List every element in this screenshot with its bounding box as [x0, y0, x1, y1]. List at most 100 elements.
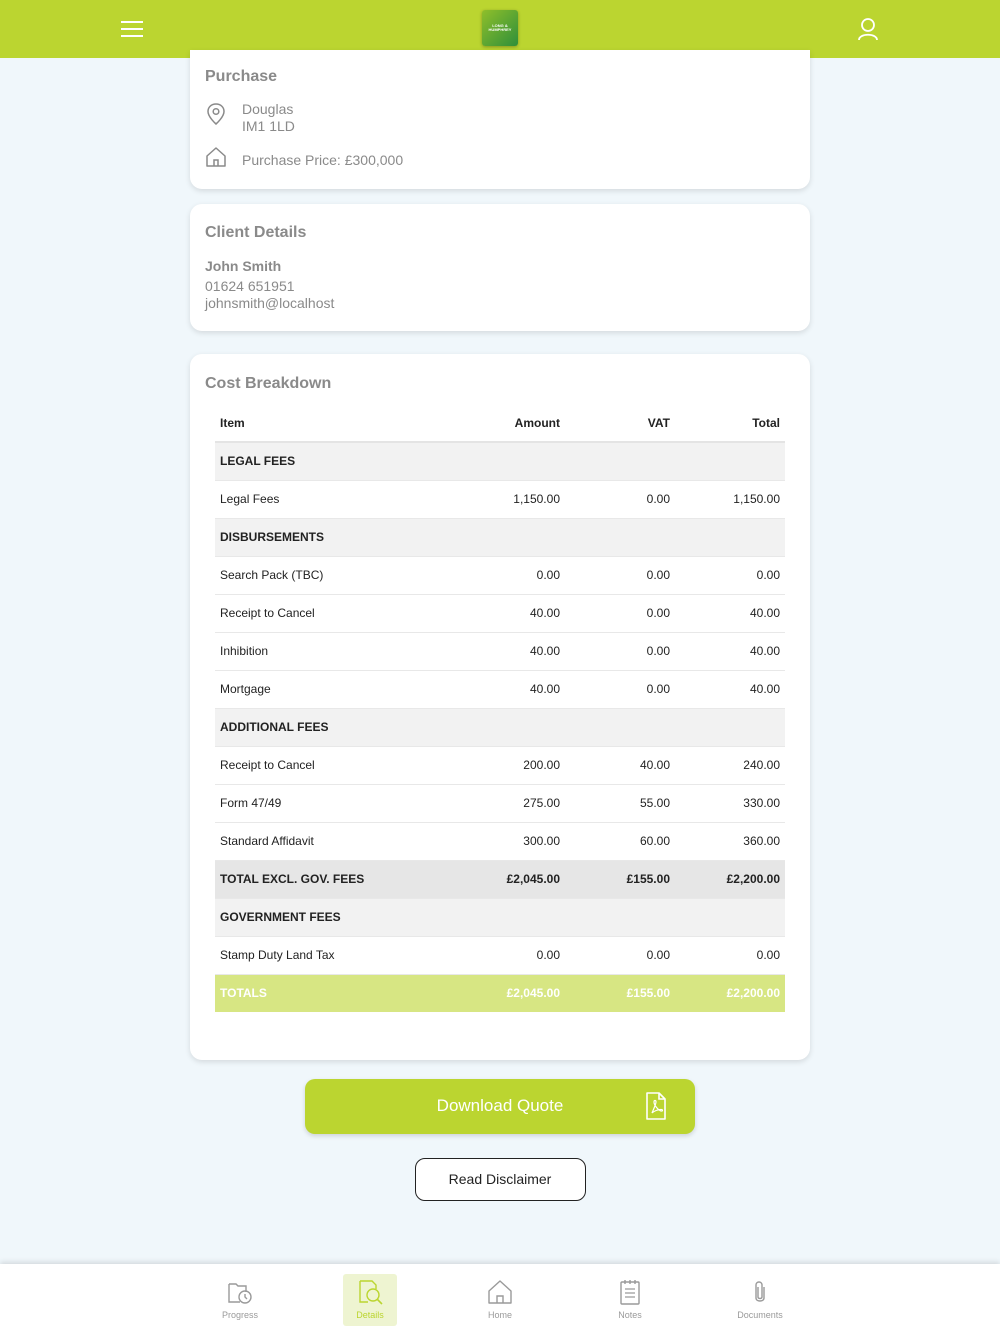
read-disclaimer-button[interactable]: Read Disclaimer — [415, 1158, 586, 1201]
cell-item: Mortgage — [215, 670, 435, 709]
documents-icon — [755, 1281, 765, 1302]
hamburger-icon — [121, 21, 143, 37]
cell-amount: 40.00 — [435, 670, 565, 709]
cell-item: DISBURSEMENTS — [215, 518, 435, 557]
subtotal-row: TOTAL EXCL. GOV. FEES £2,045.00 £155.00 £2,… — [215, 860, 785, 899]
cell-vat: 55.00 — [565, 784, 675, 823]
cell-vat: 0.00 — [565, 594, 675, 633]
cell-vat — [565, 442, 675, 481]
cell-vat: £155.00 — [565, 860, 675, 899]
location-postcode: IM1 1LD — [242, 118, 295, 134]
user-profile-button[interactable] — [853, 14, 883, 44]
cell-amount: £2,045.00 — [435, 860, 565, 899]
cost-table: Item Amount VAT Total LEGAL FEES Legal Fe… — [215, 404, 785, 1012]
cell-vat: 0.00 — [565, 670, 675, 709]
nav-item-progress[interactable]: Progress — [213, 1274, 267, 1326]
cell-total: 1,150.00 — [675, 480, 785, 519]
cell-amount: 0.00 — [435, 936, 565, 975]
nav-item-home[interactable]: Home — [473, 1274, 527, 1326]
nav-label-notes: Notes — [618, 1310, 642, 1320]
cell-total: £2,200.00 — [675, 974, 785, 1012]
company-logo[interactable]: LONG & HUMPHREY — [482, 10, 518, 46]
cell-total: 330.00 — [675, 784, 785, 823]
cell-item: GOVERNMENT FEES — [215, 898, 435, 937]
cell-item: Receipt to Cancel — [215, 594, 435, 633]
client-email[interactable]: johnsmith@localhost — [205, 295, 334, 311]
cell-total — [675, 518, 785, 557]
details-icon — [359, 1280, 383, 1305]
cell-amount — [435, 442, 565, 481]
cell-item: Search Pack (TBC) — [215, 556, 435, 595]
cell-total: 240.00 — [675, 746, 785, 785]
download-quote-button[interactable]: Download Quote — [305, 1079, 695, 1134]
table-row: Search Pack (TBC) 0.00 0.00 0.00 — [215, 556, 785, 595]
user-icon — [858, 18, 878, 41]
cell-amount — [435, 708, 565, 747]
read-disclaimer-label: Read Disclaimer — [448, 1171, 552, 1187]
client-details-card: Client Details John Smith 01624 651951 j… — [190, 204, 810, 331]
table-row: Mortgage 40.00 0.00 40.00 — [215, 670, 785, 709]
cell-item: Legal Fees — [215, 480, 435, 519]
cell-total: 0.00 — [675, 936, 785, 975]
nav-item-notes[interactable]: Notes — [603, 1274, 657, 1326]
header-vat: VAT — [565, 404, 675, 443]
section-row: GOVERNMENT FEES — [215, 898, 785, 937]
cell-amount: 40.00 — [435, 594, 565, 633]
cell-vat: 60.00 — [565, 822, 675, 861]
cost-breakdown-title: Cost Breakdown — [205, 375, 332, 392]
menu-button[interactable] — [116, 15, 148, 43]
cell-vat: 40.00 — [565, 746, 675, 785]
cell-item: Standard Affidavit — [215, 822, 435, 861]
cell-amount: 0.00 — [435, 556, 565, 595]
cell-item: Receipt to Cancel — [215, 746, 435, 785]
table-row: Legal Fees 1,150.00 0.00 1,150.00 — [215, 480, 785, 519]
nav-label-details: Details — [356, 1310, 384, 1320]
table-row: Form 47/49 275.00 55.00 330.00 — [215, 784, 785, 823]
nav-item-documents[interactable]: Documents — [733, 1274, 787, 1326]
cell-vat: 0.00 — [565, 936, 675, 975]
purchase-price: Purchase Price: £300,000 — [242, 152, 404, 168]
home-icon — [488, 1280, 512, 1304]
table-row: Receipt to Cancel 200.00 40.00 240.00 — [215, 746, 785, 785]
cell-amount: 40.00 — [435, 632, 565, 671]
totals-row: TOTALS £2,045.00 £155.00 £2,200.00 — [215, 974, 785, 1012]
cell-vat: 0.00 — [565, 632, 675, 671]
cell-total: 360.00 — [675, 822, 785, 861]
cell-item: TOTALS — [215, 974, 435, 1012]
cell-vat: 0.00 — [565, 556, 675, 595]
cell-total: £2,200.00 — [675, 860, 785, 899]
cell-amount — [435, 898, 565, 937]
cell-item: Form 47/49 — [215, 784, 435, 823]
cell-total — [675, 708, 785, 747]
cell-amount: 275.00 — [435, 784, 565, 823]
cell-item: Stamp Duty Land Tax — [215, 936, 435, 975]
nav-label-documents: Documents — [737, 1310, 783, 1320]
client-name: John Smith — [205, 258, 282, 274]
cell-vat: 0.00 — [565, 480, 675, 519]
bottom-navigation: Progress Details Home Notes Documents — [0, 1264, 1000, 1334]
header-amount: Amount — [435, 404, 565, 443]
cell-vat: £155.00 — [565, 974, 675, 1012]
cell-vat — [565, 518, 675, 557]
location-town: Douglas — [242, 101, 294, 117]
house-icon — [206, 147, 226, 167]
cell-total — [675, 442, 785, 481]
location-pin-icon — [207, 103, 225, 125]
notes-icon — [620, 1280, 640, 1305]
cell-item: TOTAL EXCL. GOV. FEES — [215, 860, 435, 899]
header-total: Total — [675, 404, 785, 443]
client-details-title: Client Details — [205, 224, 307, 241]
cell-amount: 200.00 — [435, 746, 565, 785]
table-row: Inhibition 40.00 0.00 40.00 — [215, 632, 785, 671]
table-header-row: Item Amount VAT Total — [215, 404, 785, 443]
nav-label-progress: Progress — [221, 1310, 258, 1320]
cell-vat — [565, 898, 675, 937]
nav-label-home: Home — [487, 1310, 512, 1320]
client-phone[interactable]: 01624 651951 — [205, 278, 295, 294]
cell-item: Inhibition — [215, 632, 435, 671]
cell-amount: 300.00 — [435, 822, 565, 861]
section-row: DISBURSEMENTS — [215, 518, 785, 557]
nav-item-details[interactable]: Details — [343, 1274, 397, 1326]
section-row: LEGAL FEES — [215, 442, 785, 481]
header-item: Item — [215, 404, 435, 443]
